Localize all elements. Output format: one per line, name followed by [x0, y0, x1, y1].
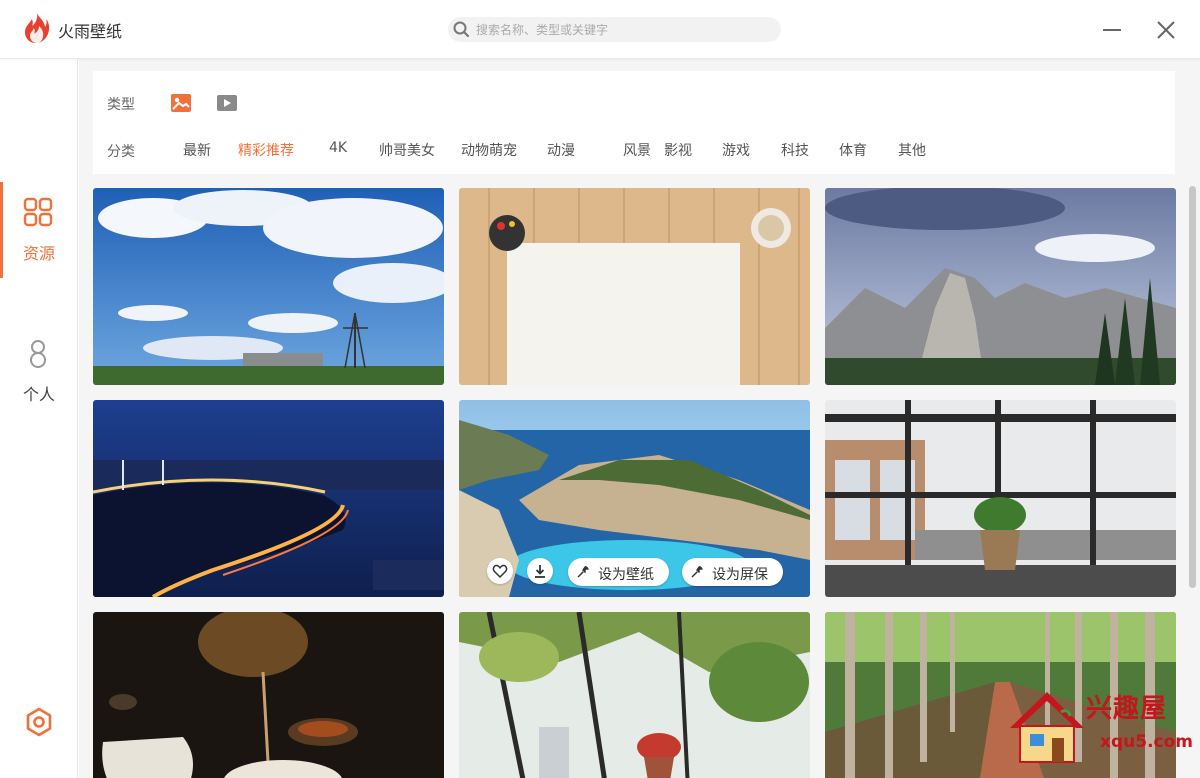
wallpaper-image — [459, 612, 810, 778]
category-tab[interactable]: 科技 — [781, 140, 809, 160]
wrench-icon — [691, 566, 703, 578]
wallpaper-card[interactable] — [825, 400, 1176, 597]
search-bar[interactable] — [448, 17, 781, 42]
category-tab[interactable]: 游戏 — [722, 140, 750, 160]
category-tab[interactable]: 帅哥美女 — [379, 140, 435, 160]
title-bar: 火雨壁纸 — [0, 0, 1200, 59]
search-icon — [453, 21, 470, 38]
wallpaper-image — [93, 188, 444, 385]
wallpaper-card[interactable] — [93, 612, 444, 778]
video-icon[interactable] — [216, 93, 238, 113]
category-tab[interactable]: 4K — [329, 140, 347, 156]
wallpaper-card[interactable] — [93, 400, 444, 597]
category-tab[interactable]: 动漫 — [547, 140, 575, 160]
house-logo-icon — [1010, 692, 1084, 763]
category-tab[interactable]: 影视 — [664, 140, 692, 160]
wallpaper-card[interactable]: 设为壁纸 设为屏保 — [459, 400, 810, 597]
favorite-button[interactable] — [487, 558, 513, 584]
wallpaper-card[interactable] — [93, 188, 444, 385]
close-icon[interactable] — [1154, 18, 1178, 42]
grid-icon — [23, 197, 53, 227]
wallpaper-image — [93, 612, 444, 778]
category-label: 分类 — [107, 144, 135, 160]
category-tab[interactable]: 风景 — [623, 140, 651, 160]
image-icon[interactable] — [170, 93, 192, 113]
set-wallpaper-button[interactable]: 设为壁纸 — [568, 558, 669, 586]
type-label: 类型 — [107, 97, 135, 113]
wallpaper-image — [459, 188, 810, 385]
sidebar-item-label: 个人 — [22, 385, 55, 404]
download-icon — [535, 565, 545, 578]
sidebar-item-resources[interactable]: 资源 — [0, 182, 78, 278]
wallpaper-card[interactable] — [459, 188, 810, 385]
watermark-text: 兴趣屋 — [1086, 694, 1168, 724]
sidebar: 资源 个人 — [0, 59, 78, 778]
card-actions: 设为壁纸 设为屏保 — [487, 558, 797, 586]
minimize-icon[interactable] — [1100, 18, 1124, 42]
app-title: 火雨壁纸 — [58, 22, 123, 41]
settings-icon[interactable] — [23, 706, 55, 738]
heart-icon — [492, 564, 508, 579]
wallpaper-card[interactable] — [459, 612, 810, 778]
wallpaper-card[interactable] — [825, 188, 1176, 385]
filter-panel: 类型 分类 最新 精彩推荐 4K 帅哥美女 动物萌宠 动漫 风景 影视 游戏 科技 体育 其他 — [93, 71, 1175, 174]
flame-logo-icon — [25, 13, 50, 43]
watermark: 兴趣屋 xqu5.com — [1006, 688, 1196, 768]
sidebar-item-label: 资源 — [22, 244, 55, 263]
category-tab[interactable]: 其他 — [898, 140, 926, 160]
search-input[interactable] — [476, 20, 772, 39]
category-tab[interactable]: 精彩推荐 — [238, 140, 294, 160]
person-icon — [30, 340, 46, 368]
category-tab[interactable]: 动物萌宠 — [461, 140, 517, 160]
wallpaper-image — [825, 188, 1176, 385]
main-content: 类型 分类 最新 精彩推荐 4K 帅哥美女 动物萌宠 动漫 风景 影视 游戏 科技 体育 其他 — [79, 59, 1200, 778]
set-wallpaper-label: 设为壁纸 — [598, 567, 654, 583]
wallpaper-image — [825, 400, 1176, 597]
wrench-icon — [577, 566, 589, 578]
set-screensaver-button[interactable]: 设为屏保 — [682, 558, 783, 586]
set-screensaver-label: 设为屏保 — [712, 567, 768, 583]
sidebar-item-personal[interactable]: 个人 — [0, 323, 78, 419]
wallpaper-image — [93, 400, 444, 597]
download-button[interactable] — [527, 558, 553, 584]
category-tab[interactable]: 最新 — [183, 140, 211, 160]
scrollbar-thumb[interactable] — [1189, 186, 1196, 588]
watermark-url: xqu5.com — [1100, 732, 1193, 752]
category-tab[interactable]: 体育 — [839, 140, 867, 160]
